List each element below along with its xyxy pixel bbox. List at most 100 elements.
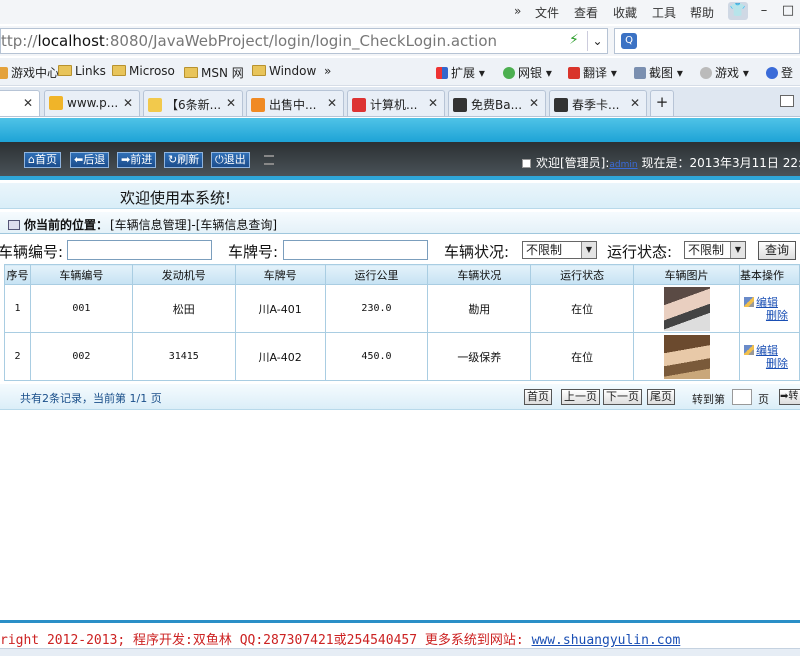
- vehicle-no-input[interactable]: [67, 240, 212, 260]
- menu-view[interactable]: 查看: [574, 4, 598, 21]
- next-page-button[interactable]: 下一页: [603, 389, 642, 405]
- fav-game-center[interactable]: 游戏中心: [0, 64, 59, 81]
- site-55-icon: [453, 98, 467, 112]
- tab-5[interactable]: 免费Ba... ✕: [448, 90, 546, 116]
- checkbox-icon: [522, 159, 531, 168]
- admin-link[interactable]: admin: [609, 160, 637, 170]
- footer-divider: [0, 620, 800, 623]
- fav-msn[interactable]: MSN 网: [184, 64, 244, 81]
- last-page-button[interactable]: 尾页: [647, 389, 675, 405]
- col-header: 运行公里: [324, 264, 429, 285]
- close-icon[interactable]: ✕: [123, 96, 133, 110]
- tab-4[interactable]: 计算机... ✕: [347, 90, 445, 116]
- pma-icon: [49, 96, 63, 110]
- first-page-button[interactable]: 首页: [524, 389, 552, 405]
- condition-select[interactable]: 不限制 ▼: [522, 241, 597, 259]
- cell-km: 450.0: [324, 332, 429, 381]
- col-header: 车辆编号: [29, 264, 133, 285]
- cell-vehicle-no: 001: [29, 284, 133, 333]
- location-icon: [8, 220, 20, 230]
- goto-page-input[interactable]: [732, 389, 752, 405]
- maximize-icon[interactable]: □: [778, 2, 798, 20]
- tool-bank[interactable]: 网银 ▾: [503, 64, 552, 81]
- folder-icon: [252, 65, 266, 76]
- plate-input[interactable]: [283, 240, 428, 260]
- welcome-text: 欢迎使用本系统!: [120, 189, 232, 207]
- close-icon[interactable]: ✕: [428, 96, 438, 110]
- lightning-icon[interactable]: ⚡: [569, 32, 579, 48]
- search-engine-icon[interactable]: Q: [621, 33, 637, 49]
- new-tab-button[interactable]: +: [650, 90, 674, 116]
- tab-3[interactable]: 出售中... ✕: [246, 90, 344, 116]
- folder-icon: [112, 65, 126, 76]
- close-icon[interactable]: ✕: [226, 96, 236, 110]
- cell-condition: 一级保养: [427, 332, 532, 381]
- home-button[interactable]: ⌂首页: [24, 152, 61, 168]
- go-button[interactable]: ➡转: [779, 389, 800, 405]
- skin-icon[interactable]: 👕: [728, 2, 748, 20]
- menu-tools[interactable]: 工具: [652, 4, 676, 21]
- fav-windows[interactable]: Window: [252, 64, 316, 78]
- plate-label: 车牌号:: [228, 243, 279, 261]
- screenshot-icon: [634, 67, 646, 79]
- tab-2[interactable]: 【6条新... ✕: [143, 90, 243, 116]
- close-icon[interactable]: ✕: [23, 96, 33, 110]
- pencil-icon: [743, 296, 754, 307]
- refresh-button[interactable]: ↻刷新: [164, 152, 204, 168]
- col-header: 车辆状况: [427, 264, 532, 285]
- tool-translate[interactable]: 翻译 ▾: [568, 64, 617, 81]
- goto-page-unit: 页: [758, 393, 769, 406]
- url-input[interactable]: ttp://localhost:8080/JavaWebProject/logi…: [0, 28, 608, 54]
- cell-status: 在位: [530, 332, 635, 381]
- col-header: 车辆图片: [633, 264, 740, 285]
- browser-statusbar: [0, 648, 800, 656]
- edit-link[interactable]: 编辑: [743, 296, 799, 309]
- col-header: 序号: [4, 264, 31, 285]
- folder-icon: [58, 65, 72, 76]
- back-button[interactable]: ⬅后退: [70, 152, 110, 168]
- restore-tabs-icon[interactable]: [780, 95, 794, 107]
- url-dropdown-icon[interactable]: ⌄: [587, 31, 607, 51]
- tool-screenshot[interactable]: 截图 ▾: [634, 64, 683, 81]
- status-select[interactable]: 不限制 ▼: [684, 241, 746, 259]
- footer-site-link[interactable]: www.shuangyulin.com: [532, 633, 681, 648]
- minimize-icon[interactable]: –: [754, 2, 774, 20]
- delete-link[interactable]: 删除: [744, 309, 799, 322]
- cell-plate: 川A-402: [234, 332, 326, 381]
- menu-help[interactable]: 帮助: [690, 4, 714, 21]
- edit-link[interactable]: 编辑: [743, 344, 799, 357]
- menu-lines-icon: [264, 155, 274, 165]
- forward-button[interactable]: ➡前进: [117, 152, 157, 168]
- extensions-icon: [436, 67, 448, 79]
- close-icon[interactable]: ✕: [529, 96, 539, 110]
- delete-link[interactable]: 删除: [744, 357, 799, 370]
- search-input[interactable]: Q: [614, 28, 800, 54]
- tab-1[interactable]: www.p... ✕: [44, 90, 140, 116]
- prev-page-button[interactable]: 上一页: [561, 389, 600, 405]
- tool-extensions[interactable]: 扩展 ▾: [436, 64, 485, 81]
- menu-file[interactable]: 文件: [535, 4, 559, 21]
- vehicle-photo[interactable]: [663, 286, 710, 331]
- fav-more[interactable]: »: [324, 64, 331, 78]
- tab-6[interactable]: 春季卡... ✕: [549, 90, 647, 116]
- site-55-icon: [554, 98, 568, 112]
- tab-active[interactable]: ✕: [0, 90, 40, 116]
- app-nav: ⌂首页 ⬅后退 ➡前进 ↻刷新 ⏻退出 欢迎[管理员]:admin 现在是：20…: [0, 142, 800, 180]
- query-button[interactable]: 查询: [758, 241, 796, 260]
- gamepad-icon: [700, 67, 712, 79]
- menu-more[interactable]: »: [514, 4, 521, 18]
- tool-games[interactable]: 游戏 ▾: [700, 64, 749, 81]
- cell-km: 230.0: [324, 284, 429, 333]
- menu-favorites[interactable]: 收藏: [613, 4, 637, 21]
- status-label: 运行状态:: [607, 243, 673, 261]
- tool-login[interactable]: 登: [766, 64, 793, 81]
- table-row: 1 001 松田 川A-401 230.0 勘用 在位 编辑 删除: [4, 284, 800, 333]
- fav-links[interactable]: Links: [58, 64, 106, 78]
- cell-actions: 编辑 删除: [738, 332, 800, 381]
- close-icon[interactable]: ✕: [327, 96, 337, 110]
- vehicle-photo[interactable]: [663, 334, 710, 379]
- fav-microsoft[interactable]: Microso: [112, 64, 175, 78]
- close-icon[interactable]: ✕: [630, 96, 640, 110]
- logout-button[interactable]: ⏻退出: [211, 152, 250, 168]
- col-header: 运行状态: [530, 264, 635, 285]
